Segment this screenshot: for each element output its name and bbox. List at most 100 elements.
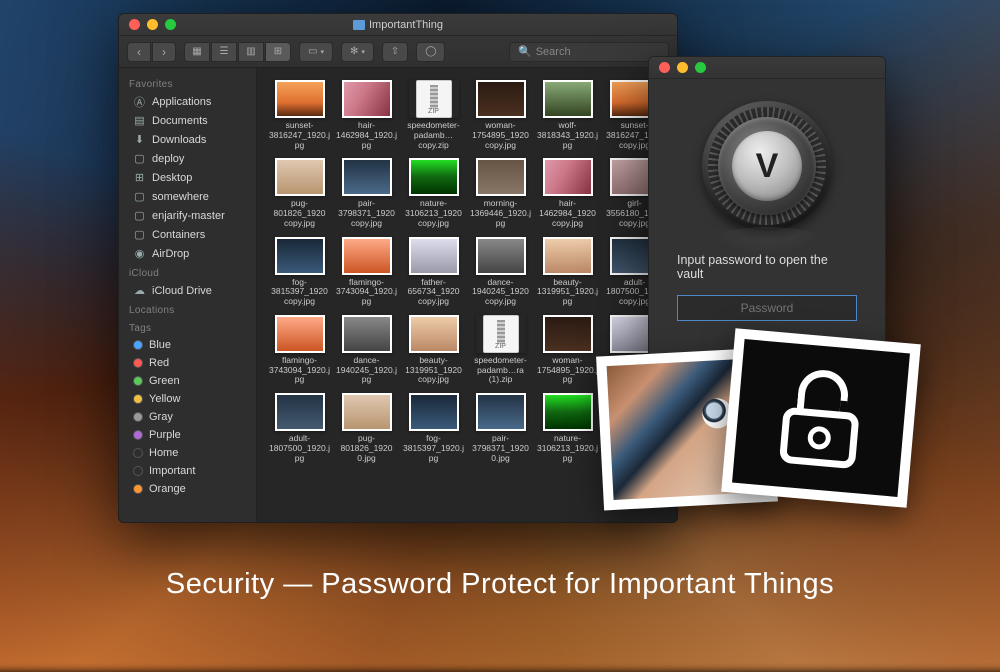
image-thumbnail <box>411 160 457 194</box>
file-thumbnail <box>543 315 593 353</box>
share-button[interactable]: ⇧ <box>382 42 408 62</box>
sidebar-item[interactable]: Yellow <box>119 390 256 408</box>
file-item[interactable]: fog-3815397_1920.jpg <box>403 393 464 463</box>
zip-icon <box>416 80 452 118</box>
file-item[interactable]: nature-3106213_1920 copy.jpg <box>403 158 464 228</box>
file-name: nature-3106213_1920.jpg <box>537 434 598 463</box>
sidebar-item-label: Containers <box>152 229 205 241</box>
file-thumbnail <box>275 237 325 275</box>
sidebar-item[interactable]: ▤Documents <box>119 111 256 130</box>
arrange-button[interactable]: ▭ ▾ <box>299 42 333 62</box>
sidebar-item[interactable]: Home <box>119 444 256 462</box>
file-item[interactable]: nature-3106213_1920.jpg <box>537 393 598 463</box>
tag-dot-icon <box>133 484 143 494</box>
file-name: wolf-3818343_1920.jpg <box>537 121 598 150</box>
sidebar-item[interactable]: ◉AirDrop <box>119 244 256 263</box>
file-name: flamingo-3743094_1920.jpg <box>269 356 330 385</box>
image-thumbnail <box>277 82 323 116</box>
down-icon: ⬇ <box>133 133 146 146</box>
search-field[interactable]: 🔍 Search <box>509 42 669 62</box>
back-button[interactable]: ‹ <box>127 42 151 62</box>
sidebar-item[interactable]: ▢deploy <box>119 149 256 168</box>
file-name: fog-3815397_1920.jpg <box>403 434 464 463</box>
file-item[interactable]: dance-1940245_1920 copy.jpg <box>470 237 531 307</box>
sidebar-item[interactable]: ⊞Desktop <box>119 168 256 187</box>
file-thumbnail <box>476 315 526 353</box>
window-title: ImportantThing <box>119 19 677 31</box>
close-button[interactable] <box>659 62 670 73</box>
view-list-button[interactable]: ☰ <box>211 42 237 62</box>
sidebar-item[interactable]: Important <box>119 462 256 480</box>
view-icon-button[interactable]: ▦ <box>184 42 210 62</box>
image-thumbnail <box>478 160 524 194</box>
sidebar-item-label: Blue <box>149 339 171 351</box>
sidebar-item[interactable]: Purple <box>119 426 256 444</box>
file-item[interactable]: flamingo-3743094_1920.jpg <box>336 237 397 307</box>
file-item[interactable]: pug-801826_1920 copy.jpg <box>269 158 330 228</box>
file-item[interactable]: hair-1462984_1920.jpg <box>336 80 397 150</box>
image-thumbnail <box>344 82 390 116</box>
sidebar-item[interactable]: Green <box>119 372 256 390</box>
file-item[interactable]: sunset-3816247_1920.jpg <box>269 80 330 150</box>
sidebar-item[interactable]: ▢somewhere <box>119 187 256 206</box>
view-gallery-button[interactable]: ⊞ <box>265 42 291 62</box>
file-item[interactable]: wolf-3818343_1920.jpg <box>537 80 598 150</box>
file-thumbnail <box>476 80 526 118</box>
doc-icon: ▤ <box>133 114 146 127</box>
sidebar-item[interactable]: ▢Containers <box>119 225 256 244</box>
file-item[interactable]: fog-3815397_1920 copy.jpg <box>269 237 330 307</box>
file-item[interactable]: pug-801826_1920 0.jpg <box>336 393 397 463</box>
minimize-button[interactable] <box>677 62 688 73</box>
tags-button[interactable]: ◯ <box>416 42 445 62</box>
file-item[interactable]: beauty-1319951_1920 copy.jpg <box>403 315 464 385</box>
image-thumbnail <box>344 160 390 194</box>
image-thumbnail <box>344 239 390 273</box>
password-input[interactable] <box>677 295 857 321</box>
sidebar-item[interactable]: ☁iCloud Drive <box>119 281 256 300</box>
finder-titlebar: ImportantThing <box>119 14 677 36</box>
sidebar-item[interactable]: Blue <box>119 336 256 354</box>
zoom-button[interactable] <box>695 62 706 73</box>
tag-dot-icon <box>133 412 143 422</box>
sidebar-item-label: Desktop <box>152 172 192 184</box>
file-item[interactable]: flamingo-3743094_1920.jpg <box>269 315 330 385</box>
file-thumbnail <box>409 158 459 196</box>
sidebar-item-label: AirDrop <box>152 248 189 260</box>
sidebar-item[interactable]: ▢enjarify-master <box>119 206 256 225</box>
sidebar-item-label: Green <box>149 375 180 387</box>
action-button[interactable]: ✻ ▾ <box>341 42 374 62</box>
tag-dot-icon <box>133 358 143 368</box>
sidebar-item-label: Orange <box>149 483 186 495</box>
tag-dot-icon <box>133 340 143 350</box>
file-item[interactable]: dance-1940245_1920.jpg <box>336 315 397 385</box>
file-thumbnail <box>275 315 325 353</box>
view-mode-segment: ▦ ☰ ▥ ⊞ <box>184 42 291 62</box>
forward-button[interactable]: › <box>152 42 176 62</box>
tag-dot-icon <box>133 394 143 404</box>
sidebar-item[interactable]: ⬇Downloads <box>119 130 256 149</box>
sidebar-item[interactable]: Gray <box>119 408 256 426</box>
sidebar-heading: iCloud <box>119 263 256 281</box>
file-thumbnail <box>342 80 392 118</box>
tag-dot-icon <box>133 376 143 386</box>
sidebar-item[interactable]: ⒶApplications <box>119 92 256 111</box>
sidebar-item-label: somewhere <box>152 191 209 203</box>
sidebar-item[interactable]: Red <box>119 354 256 372</box>
sidebar-item[interactable]: Orange <box>119 480 256 498</box>
file-thumbnail <box>543 393 593 431</box>
file-item[interactable]: pair-3798371_1920 0.jpg <box>470 393 531 463</box>
file-item[interactable]: beauty-1319951_1920.jpg <box>537 237 598 307</box>
file-thumbnail <box>409 393 459 431</box>
view-column-button[interactable]: ▥ <box>238 42 264 62</box>
file-item[interactable]: woman-1754895_1920.jpg <box>537 315 598 385</box>
file-item[interactable]: pair-3798371_1920 copy.jpg <box>336 158 397 228</box>
file-item[interactable]: adult-1807500_1920.jpg <box>269 393 330 463</box>
file-item[interactable]: woman-1754895_1920 copy.jpg <box>470 80 531 150</box>
cloud-icon: ☁ <box>133 284 146 297</box>
file-name: pug-801826_1920 0.jpg <box>336 434 397 463</box>
file-item[interactable]: hair-1462984_1920 copy.jpg <box>537 158 598 228</box>
file-item[interactable]: speedometer-padamb…copy.zip <box>403 80 464 150</box>
file-item[interactable]: speedometer-padamb…ra (1).zip <box>470 315 531 385</box>
file-item[interactable]: father-656734_1920 copy.jpg <box>403 237 464 307</box>
file-item[interactable]: morning-1369446_1920.jpg <box>470 158 531 228</box>
